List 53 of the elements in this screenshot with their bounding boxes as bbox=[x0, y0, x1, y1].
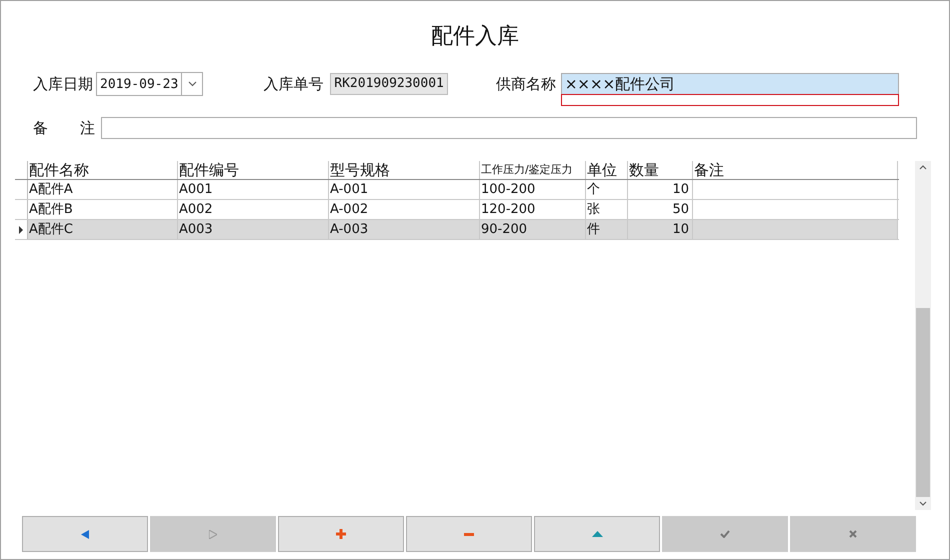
triangle-up-icon bbox=[592, 531, 602, 537]
table-cell: 10 bbox=[672, 182, 689, 197]
vertical-scrollbar[interactable] bbox=[915, 161, 931, 510]
table-row[interactable]: A配件A A001 A-001 100-200 个 10 bbox=[15, 180, 899, 200]
chevron-up-icon bbox=[919, 165, 927, 170]
order-number-field[interactable]: RK201909230001 bbox=[330, 73, 448, 95]
triangle-right-icon bbox=[209, 530, 217, 538]
minus-icon bbox=[464, 532, 474, 536]
prev-button[interactable] bbox=[22, 516, 148, 552]
table-cell: A配件B bbox=[29, 202, 73, 217]
remark-label: 注 bbox=[80, 118, 95, 138]
table-cell: A-001 bbox=[330, 182, 368, 197]
table-cell: A配件A bbox=[29, 182, 73, 197]
table-cell: 件 bbox=[587, 222, 600, 237]
close-icon bbox=[849, 530, 857, 538]
window-title: 配件入库 bbox=[430, 23, 520, 51]
remark-field[interactable] bbox=[101, 117, 917, 139]
column-header[interactable]: 型号规格 bbox=[329, 161, 480, 179]
remove-button[interactable] bbox=[406, 516, 532, 552]
up-button[interactable] bbox=[534, 516, 660, 552]
table-cell: 张 bbox=[587, 202, 600, 217]
table-cell: A-003 bbox=[330, 222, 368, 237]
date-picker[interactable]: 2019-09-23 bbox=[96, 72, 204, 96]
table-row[interactable]: A配件C A003 A-003 90-200 件 10 bbox=[15, 220, 899, 240]
table-cell: 个 bbox=[587, 182, 600, 197]
supplier-field[interactable]: ××××配件公司 bbox=[560, 73, 899, 95]
table-cell: A-002 bbox=[330, 202, 368, 217]
table-cell: 90-200 bbox=[481, 222, 528, 237]
column-header[interactable]: 单位 bbox=[586, 161, 628, 179]
table-cell: A002 bbox=[179, 202, 213, 217]
triangle-left-icon bbox=[81, 530, 89, 538]
remark-label: 备 bbox=[33, 118, 48, 138]
column-header[interactable]: 工作压力/鉴定压力 bbox=[480, 161, 586, 179]
supplier-label: 供商名称 bbox=[496, 74, 556, 94]
table-cell: A003 bbox=[179, 222, 213, 237]
table-cell: 50 bbox=[672, 202, 689, 217]
plus-icon bbox=[336, 529, 346, 539]
column-header[interactable]: 配件名称 bbox=[28, 161, 178, 179]
column-header[interactable]: 配件编号 bbox=[178, 161, 329, 179]
column-header[interactable]: 数量 bbox=[628, 161, 693, 179]
chevron-down-icon bbox=[188, 81, 197, 87]
table-cell: 100-200 bbox=[481, 182, 536, 197]
add-button[interactable] bbox=[278, 516, 404, 552]
chevron-down-icon bbox=[919, 501, 927, 506]
order-number-label: 入库单号 bbox=[263, 74, 324, 94]
column-header[interactable]: 备注 bbox=[693, 161, 898, 179]
table-cell: 120-200 bbox=[481, 202, 536, 217]
date-label: 入库日期 bbox=[33, 74, 93, 94]
row-pointer-icon bbox=[19, 226, 23, 234]
table-cell: 10 bbox=[672, 222, 689, 237]
table-cell: A配件C bbox=[29, 222, 73, 237]
table-cell: A001 bbox=[179, 182, 213, 197]
check-icon bbox=[720, 530, 730, 538]
